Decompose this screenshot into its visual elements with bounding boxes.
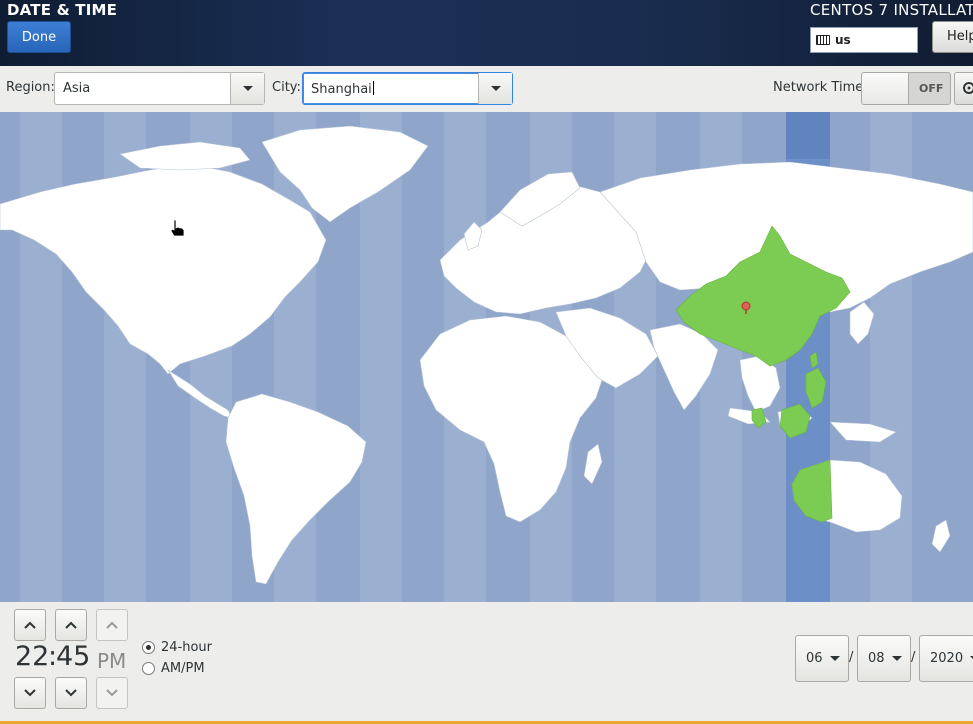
date-separator: / [849, 650, 854, 665]
hour-down-button[interactable] [14, 677, 46, 709]
keyboard-layout-label: us [835, 33, 851, 47]
selected-timezone-band-top [786, 112, 830, 159]
city-value: Shanghai [311, 82, 372, 97]
world-map[interactable] [0, 112, 973, 602]
keyboard-icon [816, 35, 830, 45]
keyboard-layout-indicator[interactable]: us [810, 27, 918, 53]
month-select[interactable]: 06 [795, 635, 849, 682]
period-display: PM [97, 649, 127, 673]
city-input[interactable]: Shanghai [311, 81, 374, 97]
ntp-config-button[interactable] [954, 72, 973, 105]
chevron-up-icon [106, 621, 118, 629]
chevron-down-icon [829, 656, 840, 661]
region-label: Region: [6, 80, 55, 95]
format-24h-radio[interactable] [142, 641, 155, 654]
chevron-up-icon [24, 621, 36, 629]
year-select[interactable]: 2020 [919, 635, 973, 682]
timezone-toolbar: Region: Asia City: Shanghai Network Time… [0, 66, 973, 113]
chevron-down-icon [24, 689, 36, 697]
period-down-button [96, 677, 128, 709]
minute-up-button[interactable] [55, 609, 87, 641]
city-dropdown-button[interactable] [478, 73, 512, 104]
minute-down-button[interactable] [55, 677, 87, 709]
format-24h-label[interactable]: 24-hour [161, 640, 212, 655]
done-button[interactable]: Done [7, 21, 71, 53]
switch-knob [862, 73, 909, 104]
timezone-map[interactable] [0, 112, 973, 602]
header-bar: DATE & TIME Done CENTOS 7 INSTALLATION u… [0, 0, 973, 66]
chevron-down-icon [106, 689, 118, 697]
chevron-down-icon [891, 656, 902, 661]
year-value: 2020 [930, 651, 964, 666]
city-combobox[interactable]: Shanghai [302, 72, 513, 105]
hour-display: 22 [15, 641, 50, 672]
network-time-label: Network Time [773, 80, 864, 95]
city-label: City: [272, 80, 301, 95]
format-ampm-label[interactable]: AM/PM [161, 661, 205, 676]
page-title: DATE & TIME [7, 1, 118, 19]
day-value: 08 [868, 651, 885, 666]
network-time-state: OFF [919, 82, 944, 95]
gear-icon [963, 82, 973, 94]
region-value: Asia [63, 81, 91, 96]
network-time-switch[interactable]: OFF [861, 72, 951, 105]
chevron-down-icon [490, 86, 501, 91]
day-select[interactable]: 08 [857, 635, 911, 682]
hour-up-button[interactable] [14, 609, 46, 641]
date-separator: / [911, 650, 916, 665]
month-value: 06 [806, 651, 823, 666]
chevron-down-icon [242, 86, 253, 91]
minute-display: 45 [56, 641, 91, 672]
time-date-panel: 22 : 45 PM 24-hour AM/PM 06 / 08 / 2020 [0, 602, 973, 724]
format-ampm-radio[interactable] [142, 662, 155, 675]
region-dropdown-button[interactable] [230, 73, 264, 104]
chevron-down-icon [65, 689, 77, 697]
period-up-button [96, 609, 128, 641]
product-title: CENTOS 7 INSTALLATION [810, 1, 973, 19]
text-caret [372, 81, 374, 95]
chevron-up-icon [65, 621, 77, 629]
region-combobox[interactable]: Asia [54, 72, 265, 105]
help-button[interactable]: Help! [932, 21, 973, 53]
